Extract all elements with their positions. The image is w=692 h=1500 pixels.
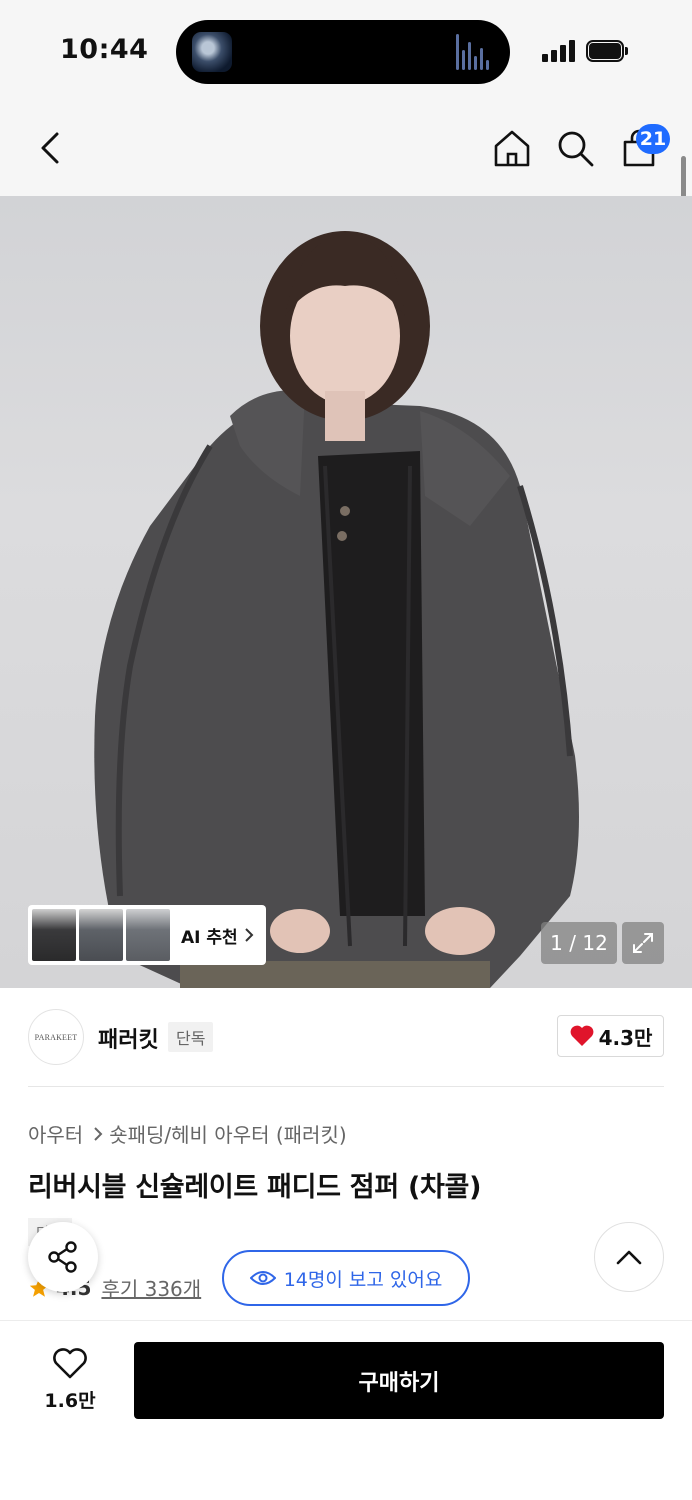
top-navigation <box>0 100 692 196</box>
chevron-up-icon <box>616 1250 642 1265</box>
ai-recommend-chip[interactable]: AI 추천 <box>28 905 266 965</box>
thumbnail-1 <box>32 909 76 961</box>
breadcrumb-separator-icon <box>93 1126 103 1142</box>
image-page-counter: 1 / 12 <box>541 922 617 964</box>
brand-name[interactable]: 패러킷 <box>98 1022 159 1054</box>
brand-like-count: 4.3만 <box>598 1025 653 1050</box>
ai-recommend-label: AI 추천 <box>181 927 238 948</box>
heart-outline-icon <box>53 1347 87 1378</box>
thumbnail-2 <box>79 909 123 961</box>
home-icon <box>494 130 530 167</box>
model-photo <box>94 231 580 988</box>
brand-exclusive-tag: 단독 <box>168 1022 214 1052</box>
divider <box>28 1086 664 1087</box>
cellular-signal-icon <box>542 40 576 62</box>
search-icon <box>558 131 594 167</box>
status-time: 10:44 <box>60 34 149 65</box>
home-button[interactable] <box>490 126 534 170</box>
audio-waveform-icon <box>456 34 496 70</box>
back-button[interactable] <box>28 126 72 170</box>
live-viewers-pill[interactable]: 14명이 보고 있어요 <box>222 1250 470 1306</box>
chevron-right-icon <box>244 928 254 942</box>
chevron-left-icon <box>41 132 59 164</box>
brand-logo[interactable]: PARAKEET <box>28 1009 84 1065</box>
share-button[interactable] <box>28 1222 98 1292</box>
share-icon <box>48 1241 77 1273</box>
breadcrumb: 아우터 숏패딩/헤비 아우터 (패러킷) <box>28 1119 347 1148</box>
battery-icon <box>586 40 628 62</box>
buy-button[interactable]: 구매하기 <box>134 1342 664 1419</box>
wishlist-count: 1.6만 <box>44 1389 96 1412</box>
eye-icon <box>249 1271 276 1285</box>
product-image[interactable] <box>0 196 692 988</box>
thumbnail-3 <box>126 909 170 961</box>
expand-icon <box>633 933 653 953</box>
breadcrumb-category[interactable]: 아우터 <box>28 1119 83 1148</box>
product-title: 리버시블 신슐레이트 패디드 점퍼 (차콜) <box>28 1172 482 1203</box>
heart-filled-icon <box>570 1025 593 1046</box>
now-playing-artwork <box>192 32 232 72</box>
review-link[interactable]: 후기 336개 <box>101 1273 201 1302</box>
dynamic-island[interactable] <box>176 20 510 84</box>
expand-button[interactable] <box>622 922 664 964</box>
breadcrumb-subcategory[interactable]: 숏패딩/헤비 아우터 (패러킷) <box>109 1119 346 1148</box>
brand-like-button[interactable]: 4.3만 <box>557 1015 664 1057</box>
status-bar: 10:44 <box>0 0 692 100</box>
wishlist-button[interactable]: 1.6만 <box>30 1340 110 1420</box>
cart-count-badge: 21 <box>636 124 670 154</box>
scroll-to-top-button[interactable] <box>594 1222 664 1292</box>
live-viewers-text: 14명이 보고 있어요 <box>283 1268 443 1291</box>
search-button[interactable] <box>553 126 597 170</box>
